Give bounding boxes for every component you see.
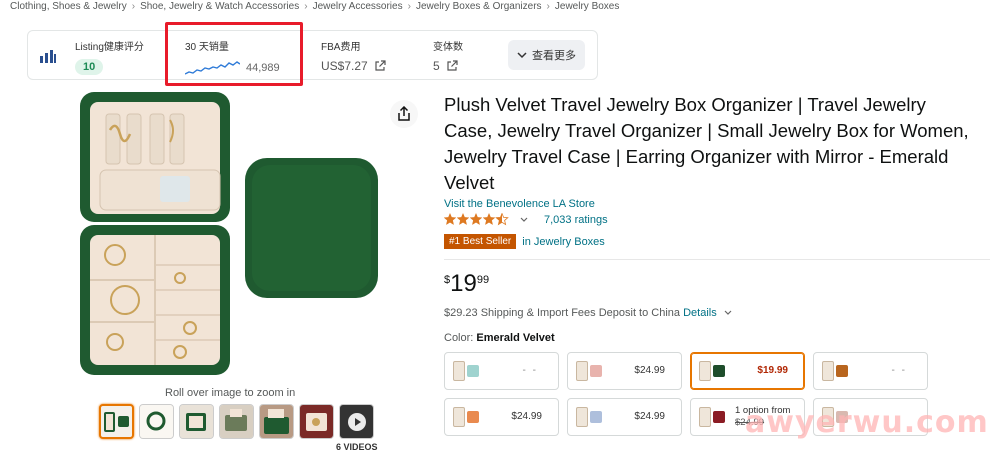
color-swatch[interactable]: - - xyxy=(813,352,928,390)
color-value: Emerald Velvet xyxy=(476,332,555,344)
swatch-color-chip xyxy=(467,411,479,423)
variants-cell: 变体数 5 xyxy=(433,38,463,73)
external-link-icon[interactable] xyxy=(374,60,386,72)
color-swatch[interactable]: $24.99 xyxy=(444,398,559,436)
best-seller-row: #1 Best Seller in Jewelry Boxes xyxy=(444,234,605,249)
best-seller-category-link[interactable]: in Jewelry Boxes xyxy=(522,236,605,248)
best-seller-badge: #1 Best Seller xyxy=(444,234,517,249)
breadcrumb-item[interactable]: Clothing, Shoes & Jewelry xyxy=(10,1,127,12)
thumbnail-image[interactable] xyxy=(139,404,174,439)
watermark: awyerwu.com xyxy=(745,405,989,440)
product-main-image[interactable] xyxy=(70,90,420,380)
fba-fee-value: US$7.27 xyxy=(321,59,368,73)
swatch-color-chip xyxy=(713,365,725,377)
fba-fee-cell: FBA费用 US$7.27 xyxy=(321,38,386,73)
color-swatch[interactable]: $24.99 xyxy=(567,398,682,436)
price: $ 19 99 xyxy=(444,270,489,298)
chevron-down-icon[interactable] xyxy=(520,217,528,223)
bar-chart-icon xyxy=(40,50,56,63)
view-more-button[interactable]: 查看更多 xyxy=(508,40,585,70)
color-swatch[interactable]: $24.99 xyxy=(567,352,682,390)
shipping-info: $29.23 Shipping & Import Fees Deposit to… xyxy=(444,307,732,319)
view-more-label: 查看更多 xyxy=(532,50,576,62)
thumbnail-image[interactable] xyxy=(259,404,294,439)
videos-count-label[interactable]: 6 VIDEOS xyxy=(336,442,378,452)
chevron-down-icon[interactable] xyxy=(724,310,732,316)
swatch-price: - - xyxy=(891,365,907,376)
thumbnail-image[interactable] xyxy=(219,404,254,439)
variants-value: 5 xyxy=(433,59,440,73)
share-button[interactable] xyxy=(390,100,418,128)
swatch-price: $24.99 xyxy=(511,411,542,422)
listing-score-badge: 10 xyxy=(75,59,104,75)
store-link[interactable]: Visit the Benevolence LA Store xyxy=(444,198,595,210)
swatch-price: - - xyxy=(522,365,538,376)
swatch-color-chip xyxy=(590,365,602,377)
zoom-hint: Roll over image to zoom in xyxy=(165,387,296,399)
ratings-count-link[interactable]: 7,033 ratings xyxy=(544,214,608,226)
price-whole: 19 xyxy=(450,270,477,297)
rating-row: 7,033 ratings xyxy=(444,213,608,226)
breadcrumb-item[interactable]: Jewelry Boxes & Organizers xyxy=(416,1,542,12)
breadcrumb-item[interactable]: Shoe, Jewelry & Watch Accessories xyxy=(140,1,299,12)
share-icon xyxy=(398,106,410,121)
swatch-price: $24.99 xyxy=(634,365,665,376)
thumbnail-strip xyxy=(99,404,374,439)
breadcrumb-separator: › xyxy=(304,1,308,12)
shipping-details-link[interactable]: Details xyxy=(683,307,717,319)
product-title: Plush Velvet Travel Jewelry Box Organize… xyxy=(444,94,969,193)
breadcrumb-separator: › xyxy=(407,1,411,12)
swatch-color-chip xyxy=(590,411,602,423)
shipping-text: $29.23 Shipping & Import Fees Deposit to… xyxy=(444,307,681,319)
swatch-price: $19.99 xyxy=(757,365,788,376)
star-rating-icon[interactable] xyxy=(444,213,512,226)
color-label-prefix: Color: xyxy=(444,332,474,344)
thumbnail-image[interactable] xyxy=(299,404,334,439)
external-link-icon[interactable] xyxy=(446,60,458,72)
swatch-color-chip xyxy=(713,411,725,423)
thumbnail-image[interactable] xyxy=(99,404,134,439)
color-swatch[interactable]: - - xyxy=(444,352,559,390)
color-label: Color: Emerald Velvet xyxy=(444,332,555,344)
thumbnail-image[interactable] xyxy=(179,404,214,439)
listing-score-cell: Listing健康评分 10 xyxy=(75,38,144,75)
play-icon xyxy=(347,412,366,431)
breadcrumb-separator: › xyxy=(131,1,136,12)
swatch-color-chip xyxy=(467,365,479,377)
chevron-down-icon xyxy=(517,52,527,59)
breadcrumb-item[interactable]: Jewelry Accessories xyxy=(313,1,403,12)
video-thumbnail[interactable] xyxy=(339,404,374,439)
highlight-annotation-box xyxy=(165,22,303,86)
fba-fee-label: FBA费用 xyxy=(321,42,361,53)
breadcrumb-separator: › xyxy=(546,1,550,12)
color-swatch-selected[interactable]: $19.99 xyxy=(690,352,805,390)
breadcrumb-item[interactable]: Jewelry Boxes xyxy=(555,1,619,12)
variants-label: 变体数 xyxy=(433,42,463,53)
listing-score-label: Listing健康评分 xyxy=(75,42,144,53)
extension-stats-bar: Listing健康评分 10 30 天销量 44,989 FBA费用 US$7.… xyxy=(27,30,598,80)
divider xyxy=(444,259,990,260)
breadcrumb: Clothing, Shoes & Jewelry › Shoe, Jewelry … xyxy=(10,1,619,12)
swatch-price: $24.99 xyxy=(634,411,665,422)
swatch-color-chip xyxy=(836,365,848,377)
price-fraction: 99 xyxy=(476,274,490,286)
